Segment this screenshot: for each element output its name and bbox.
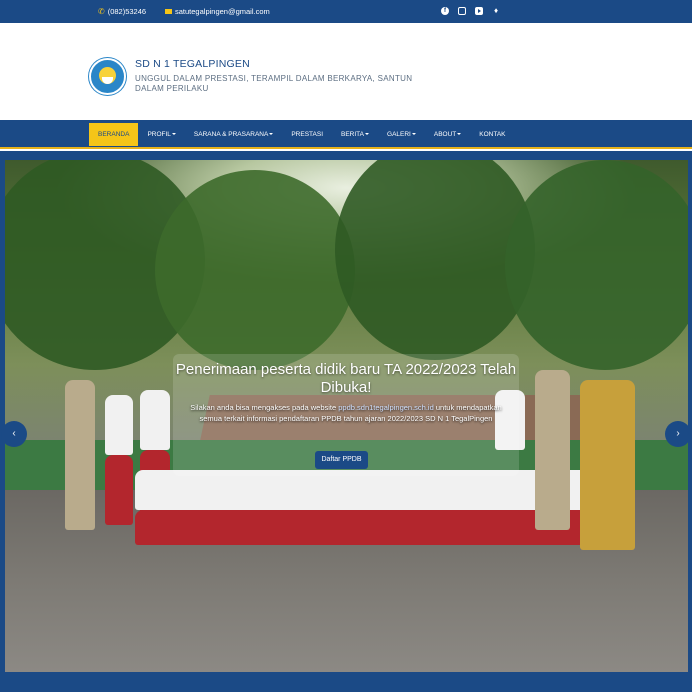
daftar-ppdb-button[interactable]: Daftar PPDB [315, 451, 368, 469]
hero-description: Silakan anda bisa mengakses pada website… [190, 403, 502, 423]
phone-contact[interactable]: ✆ (082)53246 [98, 7, 146, 16]
nav-item-label: GALERI [387, 131, 411, 138]
caret-down-icon [365, 133, 370, 136]
site-tagline: UNGGUL DALAM PRESTASI, TERAMPIL DALAM BE… [135, 74, 413, 93]
caret-down-icon [171, 133, 176, 136]
nav-item-label: KONTAK [479, 131, 506, 138]
caret-down-icon [411, 133, 416, 136]
nav-item-label: PRESTASI [291, 131, 324, 138]
instagram-icon[interactable] [458, 7, 466, 15]
mail-icon [165, 9, 172, 14]
caret-down-icon [269, 133, 274, 136]
nav-item-label: BERANDA [98, 131, 130, 138]
nav-item-sarana-prasarana[interactable]: SARANA & PRASARANA [185, 123, 282, 146]
email-address: satutegalpingen@gmail.com [175, 7, 270, 16]
email-contact[interactable]: satutegalpingen@gmail.com [165, 7, 270, 16]
hero-slide-image: Penerimaan peserta didik baru TA 2022/20… [5, 160, 688, 672]
phone-icon: ✆ [98, 7, 105, 16]
phone-number: (082)53246 [107, 7, 147, 16]
nav-item-label: PROFIL [147, 131, 171, 138]
hero-slider: Penerimaan peserta didik baru TA 2022/20… [0, 151, 692, 692]
site-header: SD N 1 TEGALPINGEN UNGGUL DALAM PRESTASI… [0, 23, 692, 120]
nav-item-label: BERITA [341, 131, 365, 138]
nav-item-about[interactable]: ABOUT [425, 123, 470, 146]
nav-item-label: SARANA & PRASARANA [193, 131, 269, 138]
caret-down-icon [457, 133, 462, 136]
next-slide-button[interactable]: › [665, 421, 691, 447]
social-links: f ♦ [441, 7, 500, 15]
school-logo[interactable] [89, 58, 126, 95]
nav-item-profil[interactable]: PROFIL [138, 123, 184, 146]
nav-item-galeri[interactable]: GALERI [378, 123, 425, 146]
nav-item-label: ABOUT [433, 131, 457, 138]
ppdb-link[interactable]: ppdb.sdn1tegalpingen.sch.id [338, 403, 434, 412]
main-navigation: BERANDA PROFIL SARANA & PRASARANA PRESTASI B… [0, 120, 692, 149]
facebook-icon[interactable]: f [441, 7, 449, 15]
nav-item-berita[interactable]: BERITA [332, 123, 378, 146]
twitter-icon[interactable]: ♦ [492, 7, 500, 15]
site-title[interactable]: SD N 1 TEGALPINGEN [135, 58, 250, 70]
nav-item-prestasi[interactable]: PRESTASI [282, 123, 332, 146]
prev-slide-button[interactable]: ‹ [1, 421, 27, 447]
hero-title: Penerimaan peserta didik baru TA 2022/20… [175, 361, 517, 396]
nav-menu: BERANDA PROFIL SARANA & PRASARANA PRESTASI B… [89, 123, 515, 146]
youtube-icon[interactable] [475, 7, 483, 15]
nav-item-beranda[interactable]: BERANDA [89, 123, 139, 146]
nav-item-kontak[interactable]: KONTAK [470, 123, 514, 146]
top-bar: ✆ (082)53246 satutegalpingen@gmail.com f… [0, 0, 692, 23]
